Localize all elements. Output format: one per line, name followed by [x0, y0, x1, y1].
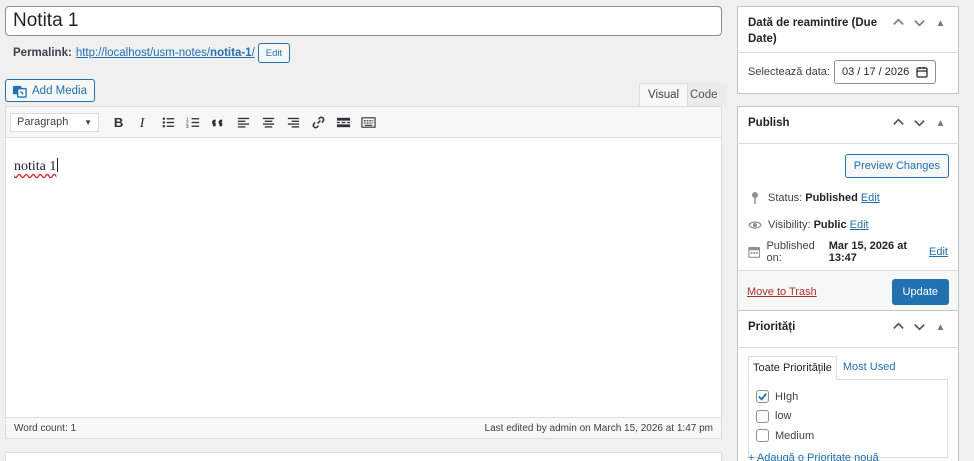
bullet-list-icon[interactable] [156, 110, 181, 134]
svg-text:I: I [139, 115, 146, 130]
permalink-link[interactable]: http://localhost/usm-notes/notita-1/ [76, 47, 255, 59]
toggle-arrow-icon[interactable]: ▲ [933, 116, 948, 135]
editor-statusbar: Word count: 1 Last edited by admin on Ma… [6, 417, 721, 438]
publish-title: Publish [748, 117, 790, 129]
editor: Paragraph ▼ B I 123 notita 1 Word count: … [5, 106, 722, 439]
due-date-header[interactable]: Dată de reamintire (Due Date) ▲ [738, 7, 958, 53]
preview-changes-button[interactable]: Preview Changes [844, 154, 949, 178]
update-button[interactable]: Update [891, 279, 949, 305]
permalink-row: Permalink: http://localhost/usm-notes/no… [13, 43, 291, 63]
list-item[interactable]: low [756, 407, 940, 427]
priorities-list: HIgh low Medium [748, 379, 948, 458]
tab-visual[interactable]: Visual [639, 83, 689, 106]
visibility-edit-link[interactable]: Edit [850, 219, 869, 231]
chevron-down-icon[interactable] [912, 320, 927, 339]
align-left-icon[interactable] [231, 110, 256, 134]
calendar-icon [748, 246, 761, 258]
text-cursor [57, 158, 59, 172]
pin-icon [752, 191, 758, 204]
chevron-up-icon[interactable] [891, 320, 906, 339]
due-date-label: Selectează data: [748, 66, 830, 78]
blockquote-icon[interactable] [206, 110, 231, 134]
svg-text:B: B [114, 115, 123, 130]
priorities-title: Priorități [748, 321, 796, 333]
tab-all-priorities[interactable]: Toate Prioritățile [748, 356, 837, 380]
publish-box: Publish ▲ Preview Changes Status: Publish… [737, 106, 959, 314]
priorities-header[interactable]: Priorități ▲ [738, 311, 958, 348]
visibility-row: Visibility: Public Edit [738, 211, 958, 238]
word-count: Word count: 1 [14, 422, 77, 434]
toggle-arrow-icon[interactable]: ▲ [933, 320, 948, 339]
next-metabox [5, 452, 722, 461]
due-date-input[interactable]: 03 / 17 / 2026 [833, 60, 936, 84]
numbered-list-icon[interactable]: 123 [181, 110, 206, 134]
chevron-down-icon[interactable] [912, 116, 927, 135]
add-media-button[interactable]: Add Media [5, 79, 95, 102]
chevron-up-icon[interactable] [891, 16, 906, 35]
add-priority-link[interactable]: + Adaugă o Prioritate nouă [748, 452, 879, 461]
toggle-arrow-icon[interactable]: ▲ [933, 16, 948, 35]
chevron-down-icon[interactable] [912, 16, 927, 35]
priority-checkbox-medium[interactable] [756, 429, 769, 443]
status-value: Published [805, 191, 858, 204]
editor-toolbar: Paragraph ▼ B I 123 [6, 107, 721, 138]
last-edited: Last edited by admin on March 15, 2026 a… [484, 422, 713, 434]
list-item[interactable]: HIgh [756, 387, 940, 407]
caret-down-icon: ▼ [84, 117, 92, 127]
priority-checkbox-high[interactable] [756, 390, 769, 404]
align-right-icon[interactable] [281, 110, 306, 134]
bold-icon[interactable]: B [106, 110, 131, 134]
align-center-icon[interactable] [256, 110, 281, 134]
visibility-value: Public [813, 218, 847, 231]
link-icon[interactable] [306, 110, 331, 134]
toolbar-toggle-icon[interactable] [356, 110, 381, 134]
italic-icon[interactable]: I [131, 110, 156, 134]
chevron-up-icon[interactable] [891, 116, 906, 135]
editor-text: notita 1 [14, 159, 57, 174]
page-edge [964, 0, 974, 461]
due-date-box: Dată de reamintire (Due Date) ▲ Selectea… [737, 6, 959, 94]
status-row: Status: Published Edit [738, 184, 958, 211]
editor-content[interactable]: notita 1 [6, 138, 721, 417]
list-item[interactable]: Medium [756, 426, 940, 446]
due-date-row: Selectează data: 03 / 17 / 2026 [738, 53, 958, 93]
due-date-title: Dată de reamintire (Due Date) [748, 17, 878, 45]
read-more-icon[interactable] [331, 110, 356, 134]
add-media-label: Add Media [32, 84, 87, 97]
permalink-label: Permalink: [13, 47, 72, 59]
format-select[interactable]: Paragraph ▼ [10, 112, 99, 132]
status-edit-link[interactable]: Edit [861, 192, 880, 204]
publish-header[interactable]: Publish ▲ [738, 107, 958, 144]
priority-checkbox-low[interactable] [756, 409, 769, 423]
publish-actions: Move to Trash Update [738, 270, 958, 313]
published-on-value: Mar 15, 2026 at 13:47 [828, 239, 907, 264]
published-on-edit-link[interactable]: Edit [929, 246, 948, 258]
media-icon [12, 85, 27, 98]
priorities-box: Priorități ▲ Toate Prioritățile Most Use… [737, 310, 959, 461]
svg-text:3: 3 [186, 124, 189, 129]
calendar-icon[interactable] [916, 66, 928, 78]
published-on-row: Published on: Mar 15, 2026 at 13:47 Edit [738, 238, 958, 265]
eye-icon [748, 220, 762, 229]
post-title-input[interactable]: Notita 1 [5, 6, 722, 36]
checkmark-icon [758, 393, 767, 401]
permalink-edit-button[interactable]: Edit [257, 43, 291, 63]
move-to-trash-link[interactable]: Move to Trash [747, 286, 817, 298]
tab-most-used[interactable]: Most Used [837, 356, 900, 380]
